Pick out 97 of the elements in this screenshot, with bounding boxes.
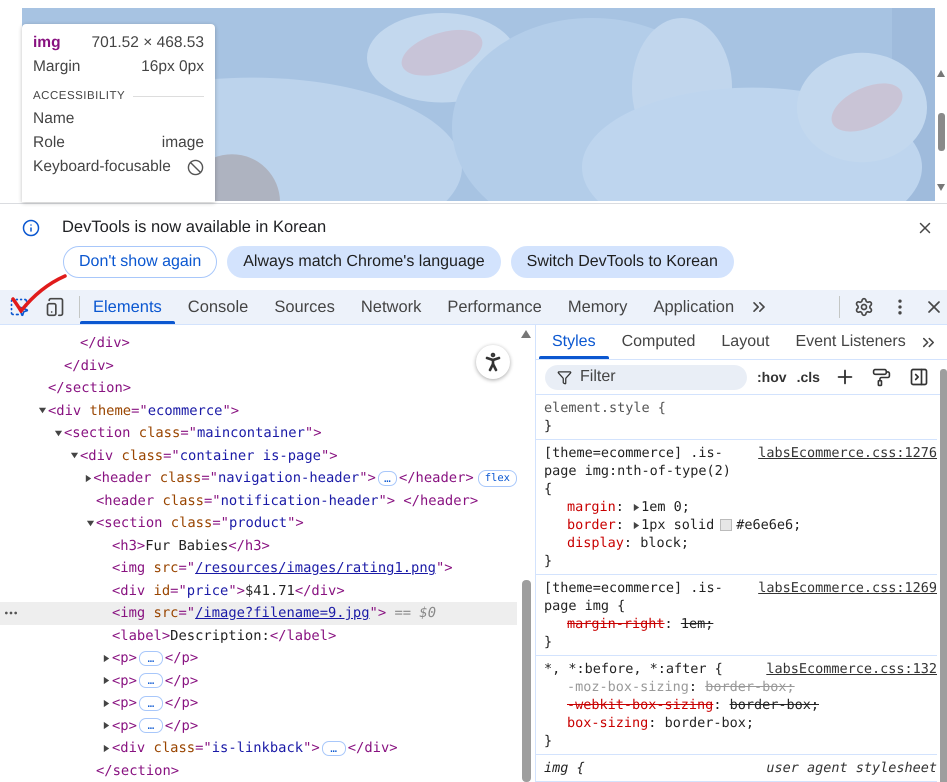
dom-tree-row[interactable]: <header class="navigation-header"> … </header> flex xyxy=(0,467,517,490)
dom-tree-row[interactable]: <p> … </p> xyxy=(0,647,517,670)
expand-arrow-icon[interactable] xyxy=(84,474,94,483)
css-selector: img { xyxy=(544,759,585,777)
property-label: Margin xyxy=(33,58,80,76)
dom-tree-row[interactable]: <h3>Fur Babies</h3> xyxy=(0,534,517,557)
property-label: Role xyxy=(33,134,65,152)
expand-more-button[interactable]: … xyxy=(378,470,397,486)
infobar-button[interactable]: Always match Chrome's language xyxy=(227,246,501,278)
dom-tree-row[interactable]: <div theme="ecommerce"> xyxy=(0,400,517,422)
brace-text: } xyxy=(544,634,552,650)
element-tag: img xyxy=(33,34,61,52)
expand-more-button[interactable]: … xyxy=(138,673,163,688)
source-link[interactable]: labsEcommerce.css:1276 xyxy=(758,444,937,462)
css-property[interactable]: box-sizing: border-box; xyxy=(544,714,937,732)
dom-tree-row[interactable]: <p> … </p> xyxy=(0,692,517,714)
dom-tree-row[interactable]: <div class="container is-page"> xyxy=(0,444,517,467)
accessibility-button[interactable] xyxy=(476,345,510,379)
property-value: image xyxy=(162,134,204,152)
dom-tree-row[interactable]: </div> xyxy=(0,354,517,377)
expand-more-button[interactable]: … xyxy=(138,718,163,734)
property-label: Name xyxy=(33,110,74,128)
css-property[interactable]: -webkit-box-sizing: border-box; xyxy=(544,696,937,714)
toggle-button[interactable]: .cls xyxy=(796,369,820,385)
dom-tree-row[interactable]: <p> … </p> xyxy=(0,714,517,737)
css-property[interactable]: margin: 1em 0; xyxy=(544,498,937,516)
panel-tab[interactable]: Network xyxy=(348,290,434,324)
inspect-element-icon[interactable] xyxy=(9,297,29,317)
css-property[interactable]: border: 1px solid #e6e6e6; xyxy=(544,516,937,534)
expand-arrow-icon[interactable] xyxy=(54,428,62,438)
expand-arrow-icon[interactable] xyxy=(86,518,94,528)
expand-arrow-icon[interactable] xyxy=(70,451,78,460)
filter-field[interactable]: Filter xyxy=(545,364,747,390)
panel-tab[interactable]: Application xyxy=(640,290,748,324)
expand-arrow-icon[interactable] xyxy=(102,654,110,663)
dom-tree-row[interactable]: <section class="product"> xyxy=(0,512,517,534)
brace-text: } xyxy=(544,733,552,749)
panel-tab[interactable]: Console xyxy=(174,290,262,324)
dom-tree-row[interactable]: </div> xyxy=(0,332,517,354)
section-heading: ACCESSIBILITY xyxy=(33,90,126,102)
css-property[interactable]: margin-right: 1em; xyxy=(544,615,937,633)
dom-tree-row[interactable]: <img src="/image?filename=9.jpg"> == $0 xyxy=(0,602,517,624)
panel-tab[interactable]: Elements xyxy=(80,290,175,324)
source-link[interactable]: labsEcommerce.css:1269 xyxy=(758,579,937,597)
device-toolbar-icon[interactable] xyxy=(45,297,65,317)
expand-more-button[interactable]: … xyxy=(138,696,163,711)
css-selector: element.style { xyxy=(544,399,666,417)
color-swatch[interactable] xyxy=(720,519,732,531)
css-selector: [theme=ecommerce] .is-page img { xyxy=(544,579,724,615)
toggle-button[interactable]: :hov xyxy=(757,369,787,385)
dom-tree-row[interactable]: <p> … </p> xyxy=(0,670,517,692)
dom-tree-row[interactable]: <section class="maincontainer"> xyxy=(0,422,517,444)
dom-tree-row[interactable]: <header class="notification-header"> </header> xyxy=(0,490,517,512)
expand-arrow-icon[interactable] xyxy=(38,406,46,416)
sidebar-tab[interactable]: Styles xyxy=(539,325,609,359)
panel-tab[interactable]: Performance xyxy=(434,290,555,324)
flex-badge[interactable]: flex xyxy=(478,470,517,487)
infobar-message: DevTools is now available in Korean xyxy=(62,218,328,237)
info-icon xyxy=(22,218,40,236)
sidebar-tab[interactable]: Computed xyxy=(608,325,708,359)
infobar-button[interactable]: Switch DevTools to Korean xyxy=(510,246,734,278)
expand-arrow-icon[interactable] xyxy=(102,698,110,708)
check-mark xyxy=(10,273,68,313)
scrollbar[interactable] xyxy=(940,369,947,782)
dom-tree-row[interactable]: <div id="price">$41.71</div> xyxy=(0,580,517,602)
expand-more-button[interactable]: … xyxy=(322,740,346,756)
property-value: 16px 0px xyxy=(141,58,204,76)
sidebar-tab[interactable]: Event Listeners xyxy=(782,325,919,359)
expand-more-button[interactable]: … xyxy=(138,650,163,666)
panel-tab[interactable]: Sources xyxy=(261,290,348,324)
dom-tree-row[interactable]: <label>Description:</label> xyxy=(0,624,517,647)
brace-text: } xyxy=(544,418,552,434)
dom-tree-row[interactable]: <div class="is-linkback"> … </div> xyxy=(0,737,517,760)
infobar-button[interactable]: Don't show again xyxy=(63,246,218,278)
css-property[interactable]: -moz-box-sizing: border-box; xyxy=(544,678,937,696)
property-label: Keyboard-focusable xyxy=(33,158,171,176)
brace-text: } xyxy=(544,553,552,569)
stylesheet-origin: user agent stylesheet xyxy=(766,759,937,777)
dom-tree-row[interactable]: </section> xyxy=(0,377,517,400)
css-property[interactable]: display: block; xyxy=(544,534,937,552)
panel-tab[interactable]: Memory xyxy=(554,290,640,324)
expand-arrow-icon[interactable] xyxy=(102,721,110,730)
dom-tree-row[interactable]: </section> xyxy=(0,760,517,782)
expand-arrow-icon[interactable] xyxy=(102,744,110,753)
source-link[interactable]: labsEcommerce.css:132 xyxy=(766,660,937,678)
settings-icon[interactable] xyxy=(854,297,874,317)
css-selector: [theme=ecommerce] .is-page img:nth-of-type(2) { xyxy=(544,444,732,498)
element-size: 701.52 × 468.53 xyxy=(92,34,204,52)
paint-roller-icon[interactable] xyxy=(872,368,891,386)
css-selector: *, *:before, *:after { xyxy=(544,660,723,678)
expand-arrow-icon[interactable] xyxy=(102,676,110,686)
sidebar-tab[interactable]: Layout xyxy=(708,325,782,359)
expand-arrow-icon[interactable] xyxy=(632,520,642,530)
expand-arrow-icon[interactable] xyxy=(632,502,642,512)
dom-tree-row[interactable]: <img src="/resources/images/rating1.png"> xyxy=(0,557,517,580)
sidebar-toggle-icon[interactable] xyxy=(908,367,929,387)
filter-icon xyxy=(557,370,572,384)
